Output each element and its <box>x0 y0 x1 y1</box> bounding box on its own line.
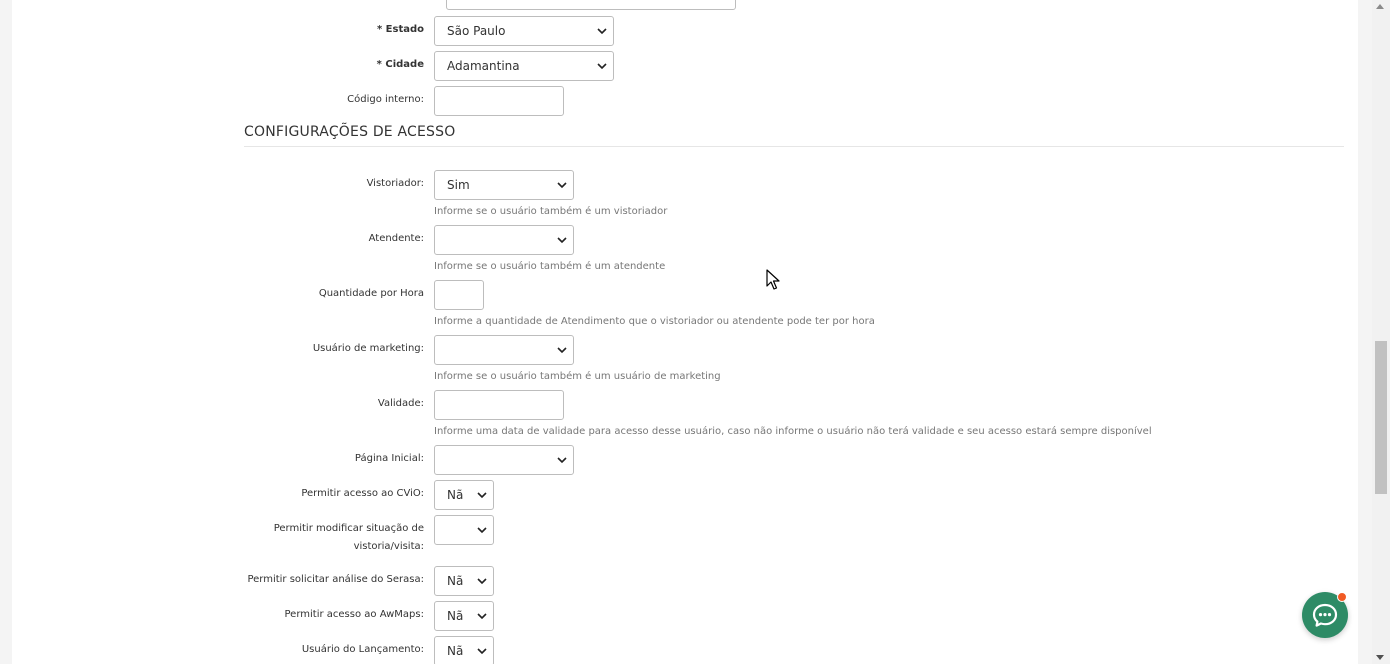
atendente-help: Informe se o usuário também é um atenden… <box>434 261 666 272</box>
chevron-down-icon <box>477 646 487 656</box>
estado-value: São Paulo <box>447 24 506 38</box>
codigo-interno-label: Código interno: <box>347 94 424 105</box>
cidade-label: * Cidade <box>376 59 424 70</box>
atendente-label: Atendente: <box>368 233 424 244</box>
scroll-up-icon[interactable] <box>1376 4 1384 9</box>
scroll-down-icon[interactable] <box>1376 655 1384 660</box>
quantidade-hora-input[interactable] <box>434 280 484 310</box>
section-title: CONFIGURAÇÕES DE ACESSO <box>244 124 456 140</box>
quantidade-hora-help: Informe a quantidade de Atendimento que … <box>434 316 875 327</box>
chevron-down-icon <box>597 63 607 70</box>
modificar-situacao-select[interactable] <box>434 515 494 545</box>
analise-serasa-label: Permitir solicitar análise do Serasa: <box>247 574 424 585</box>
cidade-value: Adamantina <box>447 59 520 73</box>
validade-input[interactable] <box>434 390 564 420</box>
vistoriador-label: Vistoriador: <box>366 178 424 189</box>
mouse-pointer-icon <box>766 269 780 290</box>
pagina-inicial-select[interactable] <box>434 445 574 475</box>
chevron-down-icon <box>557 182 567 189</box>
usuario-lancamento-label: Usuário do Lançamento: <box>301 644 424 655</box>
section-divider <box>244 146 1344 147</box>
usuario-lancamento-value: Nã <box>447 644 464 658</box>
acesso-cvio-label: Permitir acesso ao CViO: <box>301 488 424 499</box>
estado-select[interactable]: São Paulo <box>434 16 614 46</box>
pagina-inicial-label: Página Inicial: <box>354 453 424 464</box>
vistoriador-select[interactable]: Sim <box>434 170 574 200</box>
modificar-situacao-label-line2: vistoria/visita: <box>353 541 424 552</box>
top-partial-input[interactable] <box>446 0 736 10</box>
usuario-lancamento-select[interactable]: Nã <box>434 636 494 664</box>
chevron-down-icon <box>597 28 607 35</box>
vistoriador-help: Informe se o usuário também é um vistori… <box>434 206 668 217</box>
form-page: * Estado São Paulo * Cidade Adamantina C… <box>12 0 1358 664</box>
acesso-awmaps-value: Nã <box>447 609 464 623</box>
quantidade-hora-label: Quantidade por Hora <box>318 288 424 299</box>
analise-serasa-value: Nã <box>447 574 464 588</box>
acesso-awmaps-label: Permitir acesso ao AwMaps: <box>284 609 425 620</box>
atendente-select[interactable] <box>434 225 574 255</box>
cidade-select[interactable]: Adamantina <box>434 51 614 81</box>
chevron-down-icon <box>557 457 567 464</box>
chevron-down-icon <box>477 576 487 586</box>
chevron-down-icon <box>477 611 487 621</box>
vertical-scrollbar[interactable] <box>1372 0 1390 664</box>
chevron-down-icon <box>477 490 487 500</box>
chevron-down-icon <box>557 347 567 354</box>
chevron-down-icon <box>477 527 487 534</box>
codigo-interno-input[interactable] <box>434 86 564 116</box>
acesso-cvio-select[interactable]: Nã <box>434 480 494 510</box>
acesso-cvio-value: Nã <box>447 488 464 502</box>
usuario-marketing-label: Usuário de marketing: <box>312 343 424 354</box>
chevron-down-icon <box>557 237 567 244</box>
notification-dot <box>1337 592 1347 602</box>
analise-serasa-select[interactable]: Nã <box>434 566 494 596</box>
estado-label: * Estado <box>376 24 424 35</box>
modificar-situacao-label: Permitir modificar situação de vistoria/… <box>180 520 424 556</box>
scroll-thumb[interactable] <box>1375 341 1387 494</box>
validade-help: Informe uma data de validade para acesso… <box>434 426 1152 437</box>
modificar-situacao-label-line1: Permitir modificar situação de <box>273 523 424 534</box>
usuario-marketing-select[interactable] <box>434 335 574 365</box>
validade-label: Validade: <box>377 398 424 409</box>
vistoriador-value: Sim <box>447 178 470 192</box>
acesso-awmaps-select[interactable]: Nã <box>434 601 494 631</box>
usuario-marketing-help: Informe se o usuário também é um usuário… <box>434 371 721 382</box>
